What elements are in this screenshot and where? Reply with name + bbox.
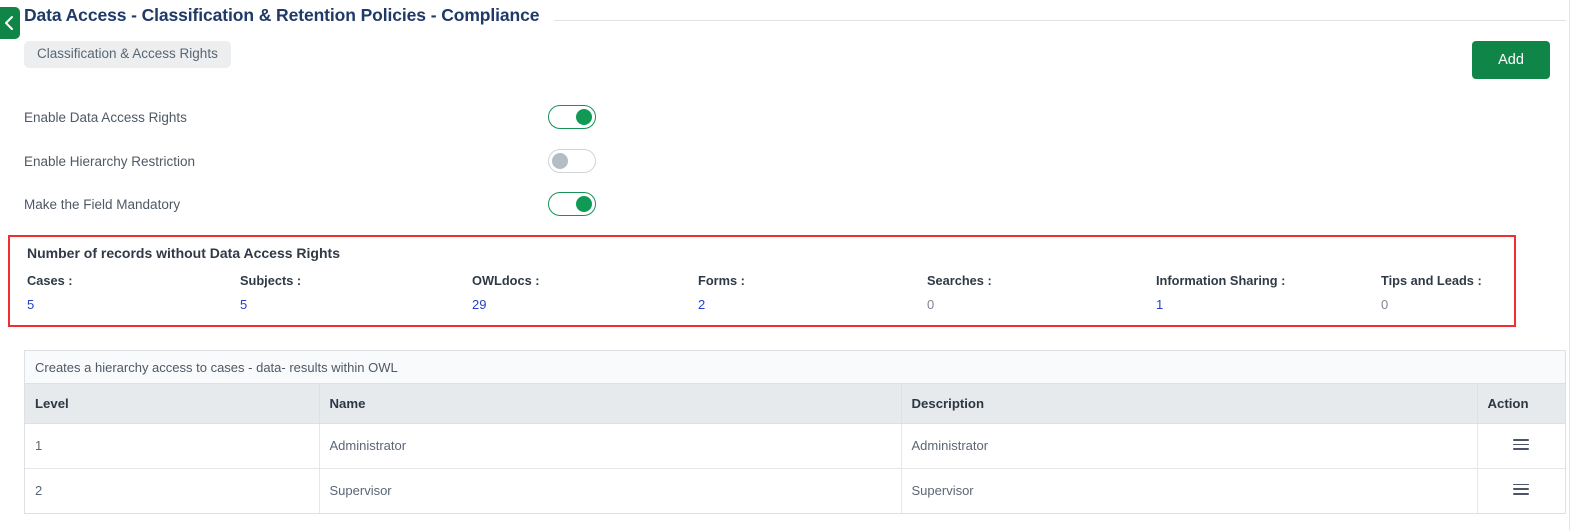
toggle-knob [552,152,568,169]
records-without-access-panel: Number of records without Data Access Ri… [8,235,1516,327]
cell-level: 2 [25,468,320,513]
header-divider [554,20,1566,21]
table-row: 2 Supervisor Supervisor [25,468,1565,513]
tab-classification-access-rights[interactable]: Classification & Access Rights [24,41,231,68]
hamburger-menu-icon[interactable] [1513,436,1530,453]
table-row: 1 Administrator Administrator [25,423,1565,469]
toggle-knob [576,108,592,125]
stat-label: Information Sharing : [1156,273,1286,288]
page-header: Data Access - Classification & Retention… [0,0,1586,39]
stats-grid: Cases : 5 Subjects : 5 OWLdocs : 29 Form… [10,273,1514,312]
stat-tips-and-leads: Tips and Leads : 0 [1381,273,1501,312]
stat-searches: Searches : 0 [927,273,1156,312]
cell-level: 1 [25,423,320,469]
column-header-action: Action [1477,384,1565,424]
add-button[interactable]: Add [1472,41,1550,79]
column-header-name[interactable]: Name [319,384,902,424]
column-header-level[interactable]: Level [25,384,320,424]
cell-action [1477,468,1565,513]
stat-information-sharing: Information Sharing : 1 [1156,273,1381,311]
stat-owldocs: OWLdocs : 29 [472,273,698,311]
table-header-row: Level Name Description Action [25,384,1565,424]
stat-label: OWLdocs : [472,273,540,288]
stat-cases: Cases : 5 [10,273,240,311]
stat-value[interactable]: 29 [472,298,698,311]
setting-row-enable-data-access-rights: Enable Data Access Rights [0,102,1566,132]
content-right-border [1569,0,1570,530]
stat-value[interactable]: 5 [240,298,472,311]
stat-value[interactable]: 1 [1156,298,1381,311]
back-button[interactable] [0,7,20,39]
stat-value[interactable]: 5 [27,298,240,311]
setting-label: Enable Data Access Rights [24,109,187,125]
stat-label: Tips and Leads : [1381,273,1482,288]
hierarchy-table: Creates a hierarchy access to cases - da… [24,350,1566,514]
stat-forms: Forms : 2 [698,273,927,311]
toggle-make-the-field-mandatory[interactable] [548,192,596,216]
stat-label: Cases : [27,273,73,288]
tab-bar: Classification & Access Rights [24,41,231,68]
toggle-enable-data-access-rights[interactable] [548,105,596,129]
toggle-knob [576,195,592,212]
hierarchy-grid: Level Name Description Action 1 Administ… [25,384,1565,513]
stat-label: Searches : [927,273,992,288]
stat-value: 0 [927,296,935,312]
stats-panel-title: Number of records without Data Access Ri… [27,245,340,261]
hamburger-menu-icon[interactable] [1513,481,1530,498]
stat-value[interactable]: 2 [698,298,927,311]
cell-description: Administrator [901,423,1478,469]
table-caption: Creates a hierarchy access to cases - da… [25,351,1565,384]
page-title: Data Access - Classification & Retention… [24,5,540,25]
stat-subjects: Subjects : 5 [240,273,472,311]
setting-row-enable-hierarchy-restriction: Enable Hierarchy Restriction [0,146,1566,176]
cell-action [1477,423,1565,469]
setting-label: Make the Field Mandatory [24,196,181,212]
cell-name: Administrator [319,423,902,469]
chevron-left-icon [3,15,15,31]
stat-value: 0 [1381,296,1389,312]
cell-description: Supervisor [901,468,1478,513]
page-root: Data Access - Classification & Retention… [0,0,1586,530]
stat-label: Forms : [698,273,745,288]
setting-row-make-the-field-mandatory: Make the Field Mandatory [0,189,1566,219]
setting-label: Enable Hierarchy Restriction [24,153,196,169]
toggle-enable-hierarchy-restriction[interactable] [548,149,596,173]
cell-name: Supervisor [319,468,902,513]
column-header-description[interactable]: Description [901,384,1478,424]
stat-label: Subjects : [240,273,302,288]
